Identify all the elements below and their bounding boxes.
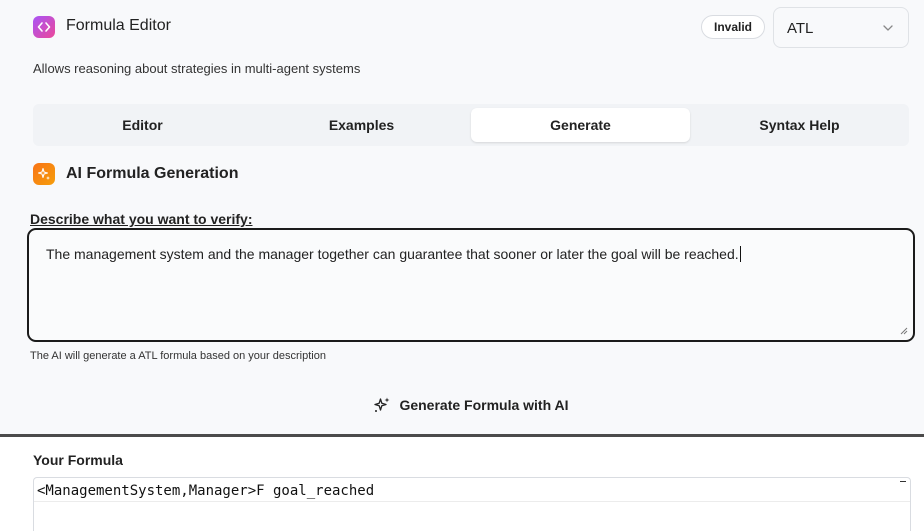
tab-generate[interactable]: Generate [471, 108, 690, 142]
text-caret [739, 246, 741, 262]
generate-formula-label: Generate Formula with AI [399, 397, 569, 413]
sparkles-icon [33, 163, 55, 185]
chevron-down-icon [883, 25, 893, 31]
page-subtitle: Allows reasoning about strategies in mul… [33, 61, 361, 76]
generation-hint: The AI will generate a ATL formula based… [30, 350, 326, 362]
scrollbar[interactable] [900, 481, 906, 491]
formula-label: Your Formula [33, 452, 123, 468]
description-label: Describe what you want to verify: [30, 211, 253, 227]
description-text: The management system and the manager to… [46, 246, 739, 262]
resize-handle-icon[interactable] [900, 327, 908, 335]
formula-editor-page: Formula Editor Invalid ATL Allows reason… [0, 0, 924, 531]
ai-section-heading: AI Formula Generation [66, 165, 239, 182]
tab-editor[interactable]: Editor [33, 108, 252, 142]
formula-line-divider [34, 501, 910, 502]
code-icon [33, 16, 55, 38]
status-badge: Invalid [701, 15, 765, 39]
tab-examples[interactable]: Examples [252, 108, 471, 142]
tab-bar: Editor Examples Generate Syntax Help [33, 104, 909, 146]
formula-editor[interactable]: <ManagementSystem,Manager>F goal_reached [33, 477, 911, 531]
formula-text: <ManagementSystem,Manager>F goal_reached [37, 483, 375, 499]
generate-formula-button[interactable]: Generate Formula with AI [358, 390, 584, 420]
sparkles-icon [374, 397, 390, 412]
logic-select-value: ATL [787, 20, 814, 37]
tab-syntax-help[interactable]: Syntax Help [690, 108, 909, 142]
description-textarea[interactable]: The management system and the manager to… [27, 228, 915, 342]
logic-select[interactable]: ATL [773, 7, 909, 48]
page-title: Formula Editor [66, 17, 171, 34]
